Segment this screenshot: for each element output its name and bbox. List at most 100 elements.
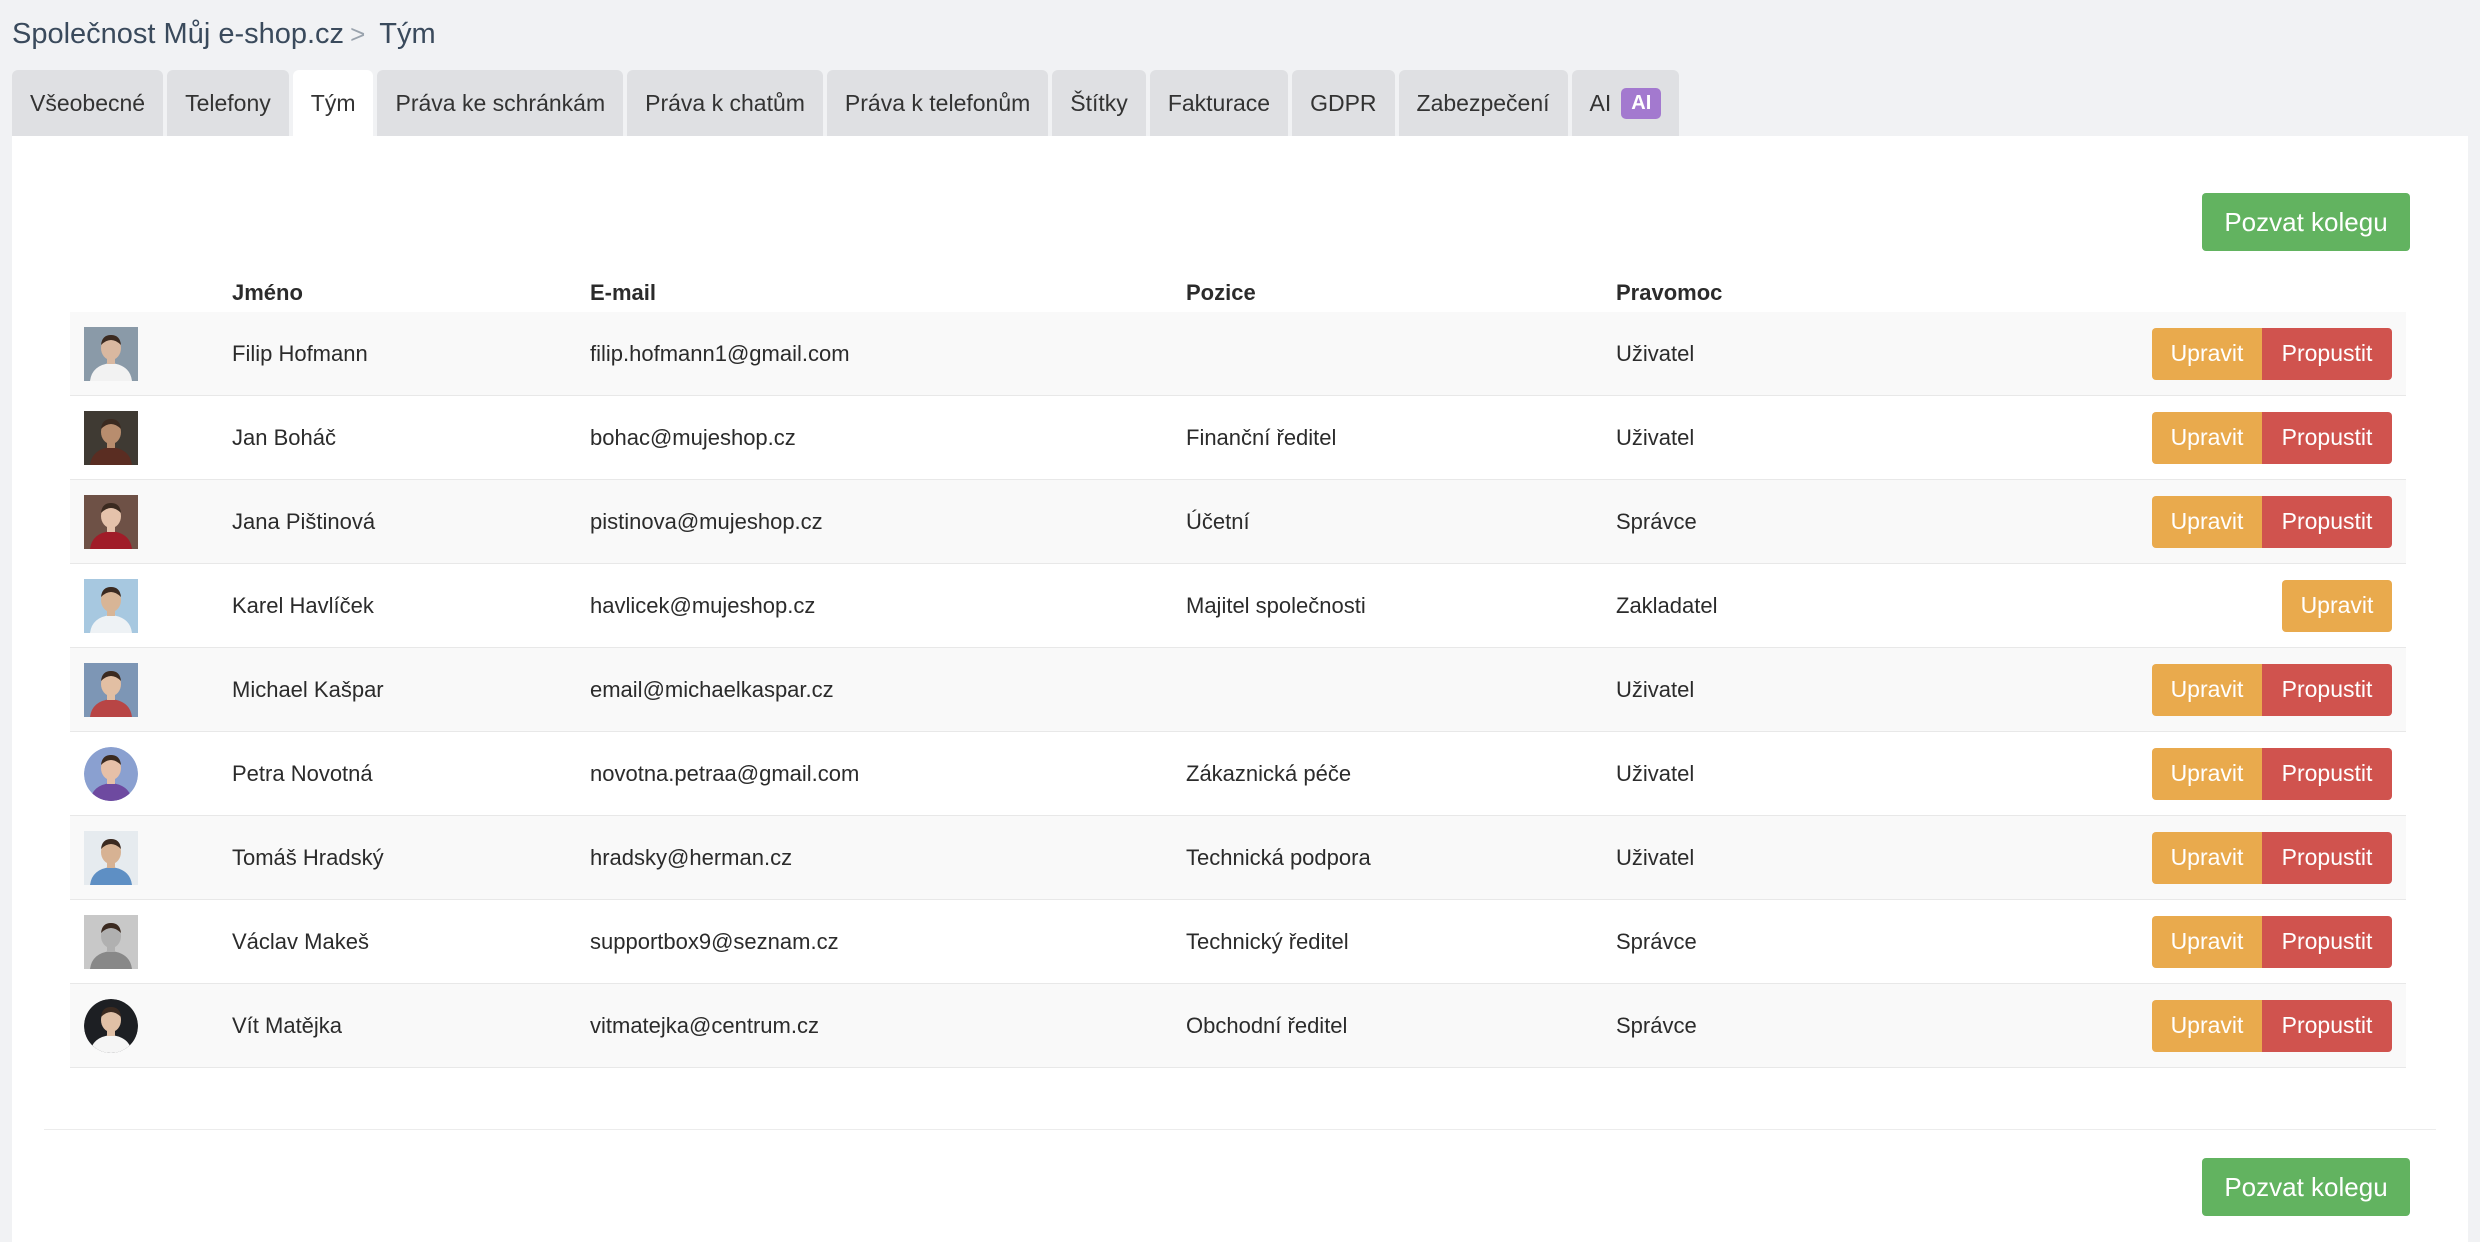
- tab-label: Fakturace: [1167, 89, 1271, 116]
- header-permission: Pravomoc: [1616, 280, 1723, 305]
- edit-button[interactable]: Upravit: [2152, 327, 2262, 380]
- avatar-cell: [70, 998, 232, 1053]
- avatar-cell: [70, 746, 232, 801]
- member-position: Technická podpora: [1186, 844, 1371, 870]
- avatar: [84, 326, 138, 381]
- header-email: E-mail: [590, 280, 657, 305]
- tab-5[interactable]: Práva k telefonům: [826, 70, 1049, 136]
- tab-7[interactable]: Fakturace: [1149, 70, 1289, 136]
- member-name: Karel Havlíček: [232, 592, 374, 618]
- dismiss-button[interactable]: Propustit: [2262, 411, 2392, 464]
- member-name: Jan Boháč: [232, 424, 336, 450]
- table-row: Michael Kašpar email@michaelkaspar.cz Uživ…: [70, 648, 2406, 732]
- member-name: Václav Makeš: [232, 928, 369, 954]
- row-actions: Upravit Propustit: [2116, 831, 2406, 884]
- invite-colleague-button-bottom[interactable]: Pozvat kolegu: [2202, 1158, 2410, 1216]
- edit-button[interactable]: Upravit: [2152, 831, 2262, 884]
- tab-9[interactable]: Zabezpečení: [1398, 70, 1568, 136]
- divider: [44, 1129, 2436, 1130]
- member-name: Filip Hofmann: [232, 340, 368, 366]
- edit-button[interactable]: Upravit: [2152, 411, 2262, 464]
- table-row: Petra Novotná novotna.petraa@gmail.com Zák…: [70, 732, 2406, 816]
- dismiss-button[interactable]: Propustit: [2262, 327, 2392, 380]
- tab-4[interactable]: Práva k chatům: [627, 70, 823, 136]
- dismiss-button[interactable]: Propustit: [2262, 915, 2392, 968]
- table-row: Tomáš Hradský hradsky@herman.cz Technická …: [70, 816, 2406, 900]
- avatar-cell: [70, 410, 232, 465]
- avatar: [84, 914, 138, 969]
- ai-badge: AI: [1621, 87, 1662, 119]
- member-position: Technický ředitel: [1186, 928, 1349, 954]
- edit-button[interactable]: Upravit: [2152, 915, 2262, 968]
- dismiss-button[interactable]: Propustit: [2262, 663, 2392, 716]
- dismiss-button[interactable]: Propustit: [2262, 831, 2392, 884]
- tab-0[interactable]: Všeobecné: [12, 70, 164, 136]
- member-permission: Uživatel: [1616, 760, 1695, 786]
- tab-6[interactable]: Štítky: [1052, 70, 1146, 136]
- dismiss-button[interactable]: Propustit: [2262, 999, 2392, 1052]
- tab-label: Práva ke schránkám: [395, 89, 606, 116]
- tab-2[interactable]: Tým: [292, 70, 374, 136]
- member-position: Finanční ředitel: [1186, 424, 1337, 450]
- team-panel: Pozvat kolegu Jméno E-mail Pozice Pravom…: [12, 136, 2468, 1242]
- tab-label: AI: [1589, 89, 1612, 116]
- breadcrumb-current: Tým: [379, 17, 436, 50]
- member-permission: Správce: [1616, 928, 1697, 954]
- member-name: Michael Kašpar: [232, 676, 384, 702]
- avatar-cell: [70, 830, 232, 885]
- avatar: [84, 410, 138, 465]
- member-email: novotna.petraa@gmail.com: [590, 760, 860, 786]
- member-email: havlicek@mujeshop.cz: [590, 592, 816, 618]
- dismiss-button[interactable]: Propustit: [2262, 495, 2392, 548]
- header-position: Pozice: [1186, 280, 1256, 305]
- member-email: vitmatejka@centrum.cz: [590, 1012, 819, 1038]
- team-table-body: Filip Hofmann filip.hofmann1@gmail.com Uži…: [70, 312, 2406, 1068]
- edit-button[interactable]: Upravit: [2152, 495, 2262, 548]
- tab-3[interactable]: Práva ke schránkám: [377, 70, 624, 136]
- tab-label: Telefony: [185, 89, 271, 116]
- avatar: [84, 662, 138, 717]
- member-position: Obchodní ředitel: [1186, 1012, 1348, 1038]
- edit-button[interactable]: Upravit: [2152, 663, 2262, 716]
- row-actions: Upravit Propustit: [2116, 747, 2406, 800]
- member-email: bohac@mujeshop.cz: [590, 424, 796, 450]
- avatar: [84, 830, 138, 885]
- dismiss-button[interactable]: Propustit: [2262, 747, 2392, 800]
- tab-1[interactable]: Telefony: [167, 70, 289, 136]
- tab-label: Zabezpečení: [1416, 89, 1550, 116]
- avatar-cell: [70, 326, 232, 381]
- tab-bar: Všeobecné Telefony Tým Práva ke schránkám Pr…: [12, 70, 1680, 136]
- member-permission: Uživatel: [1616, 676, 1695, 702]
- tab-10[interactable]: AI AI: [1571, 70, 1680, 136]
- table-row: Václav Makeš supportbox9@seznam.cz Technic…: [70, 900, 2406, 984]
- member-permission: Uživatel: [1616, 340, 1695, 366]
- tab-8[interactable]: GDPR: [1292, 70, 1395, 136]
- avatar: [84, 578, 138, 633]
- member-name: Vít Matějka: [232, 1012, 343, 1038]
- row-actions: Upravit Propustit: [2116, 327, 2406, 380]
- tab-label: Štítky: [1070, 89, 1128, 116]
- invite-colleague-button[interactable]: Pozvat kolegu: [2202, 193, 2410, 251]
- member-permission: Správce: [1616, 508, 1697, 534]
- tab-label: Práva k telefonům: [844, 89, 1031, 116]
- tab-label: GDPR: [1310, 89, 1377, 116]
- breadcrumb-company-link[interactable]: Společnost Můj e-shop.cz: [12, 18, 344, 51]
- tab-label: Tým: [310, 89, 356, 116]
- avatar: [84, 746, 138, 801]
- edit-button[interactable]: Upravit: [2152, 999, 2262, 1052]
- member-name: Jana Pištinová: [232, 508, 376, 534]
- avatar-cell: [70, 662, 232, 717]
- member-permission: Zakladatel: [1616, 592, 1718, 618]
- member-permission: Správce: [1616, 1012, 1697, 1038]
- member-email: email@michaelkaspar.cz: [590, 676, 834, 702]
- member-name: Tomáš Hradský: [232, 844, 384, 870]
- member-position: Účetní: [1186, 508, 1250, 534]
- row-actions: Upravit Propustit: [2116, 663, 2406, 716]
- tab-label: Všeobecné: [30, 89, 146, 116]
- member-email: filip.hofmann1@gmail.com: [590, 340, 850, 366]
- edit-button[interactable]: Upravit: [2282, 579, 2392, 632]
- row-actions: Upravit: [2116, 579, 2406, 632]
- edit-button[interactable]: Upravit: [2152, 747, 2262, 800]
- member-email: hradsky@herman.cz: [590, 844, 793, 870]
- avatar-cell: [70, 578, 232, 633]
